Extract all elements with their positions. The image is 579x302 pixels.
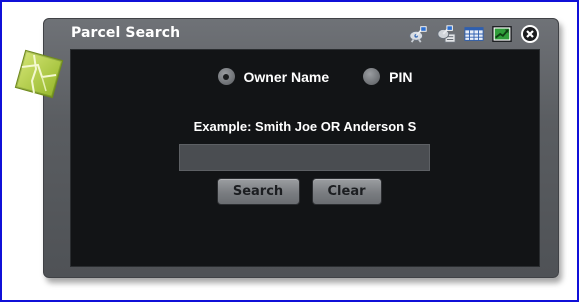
close-icon[interactable] [520,24,540,44]
owner-name-label: Owner Name [243,68,330,85]
example-hint: Example: Smith Joe OR Anderson S [193,119,417,134]
owner-name-radio[interactable]: Owner Name [217,68,330,85]
pin-label: PIN [389,68,413,85]
table-icon[interactable] [464,24,484,44]
owner-name-radio-dot[interactable] [217,68,235,85]
widget-titlebar: Parcel Search [44,19,558,49]
parcel-search-widget: Parcel Search Owner Name PIN Example: Sm… [43,18,559,278]
satellite-map-icon[interactable] [436,24,456,44]
search-actions: Search Clear [71,178,539,205]
widget-title: Parcel Search [71,25,181,41]
clear-button[interactable]: Clear [311,178,382,205]
chart-trend-icon[interactable] [492,24,512,44]
search-button[interactable]: Search [216,178,300,205]
satellite-dish-icon[interactable] [408,24,428,44]
pin-radio[interactable]: PIN [363,68,412,85]
page-frame: Parcel Search Owner Name PIN Example: Sm… [0,0,579,302]
pin-radio-dot[interactable] [363,68,381,85]
widget-toolbar [408,23,540,45]
search-panel: Owner Name PIN Example: Smith Joe OR And… [70,49,540,267]
map-badge-icon [12,47,66,101]
search-type-options: Owner Name PIN [71,68,539,85]
search-input[interactable] [179,144,430,171]
